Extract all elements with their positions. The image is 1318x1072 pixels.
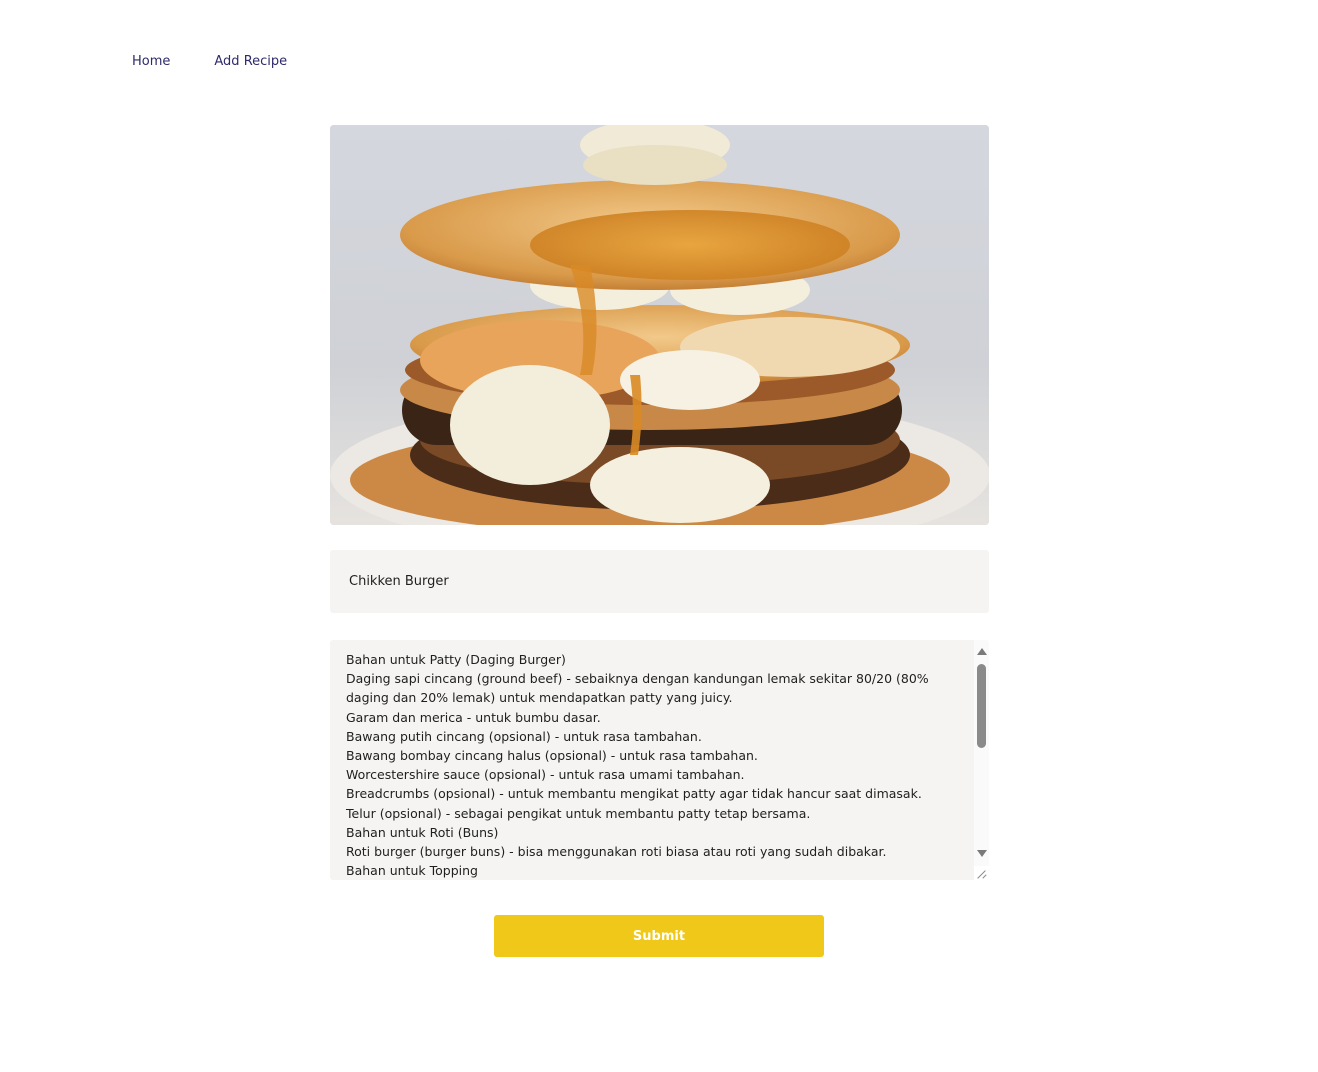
submit-button[interactable]: Submit <box>494 915 824 957</box>
scroll-up-arrow-icon[interactable] <box>977 648 987 655</box>
description-line: Worcestershire sauce (opsional) - untuk … <box>346 767 745 783</box>
top-nav: Home Add Recipe <box>132 54 287 69</box>
description-line: Bawang putih cincang (opsional) - untuk … <box>346 728 702 744</box>
description-line: Breadcrumbs (opsional) - untuk membantu … <box>346 786 922 802</box>
scroll-down-arrow-icon[interactable] <box>977 850 987 857</box>
description-line: Bahan untuk Topping <box>346 863 478 879</box>
recipe-form: Bahan untuk Patty (Daging Burger) Daging … <box>330 125 989 880</box>
description-line: Bawang bombay cincang halus (opsional) -… <box>346 748 758 764</box>
description-line: Bahan untuk Patty (Daging Burger) <box>346 652 566 667</box>
scroll-thumb[interactable] <box>977 664 986 748</box>
pancake-stack-photo <box>330 125 989 525</box>
recipe-image <box>330 125 989 525</box>
resize-handle-icon[interactable] <box>974 866 989 880</box>
textarea-scrollbar[interactable] <box>974 640 989 866</box>
recipe-description-textarea[interactable]: Bahan untuk Patty (Daging Burger) Daging … <box>330 640 989 880</box>
description-line: Bahan untuk Roti (Buns) <box>346 824 499 840</box>
nav-home-link[interactable]: Home <box>132 54 170 69</box>
description-line: Roti burger (burger buns) - bisa menggun… <box>346 844 887 860</box>
recipe-description-text: Bahan untuk Patty (Daging Burger) Daging … <box>346 650 956 880</box>
description-line: Daging sapi cincang (ground beef) - seba… <box>346 671 929 706</box>
recipe-title-input[interactable] <box>330 550 989 613</box>
description-line: Garam dan merica - untuk bumbu dasar. <box>346 709 601 725</box>
nav-add-recipe-link[interactable]: Add Recipe <box>214 54 287 69</box>
description-line: Telur (opsional) - sebagai pengikat untu… <box>346 805 811 821</box>
